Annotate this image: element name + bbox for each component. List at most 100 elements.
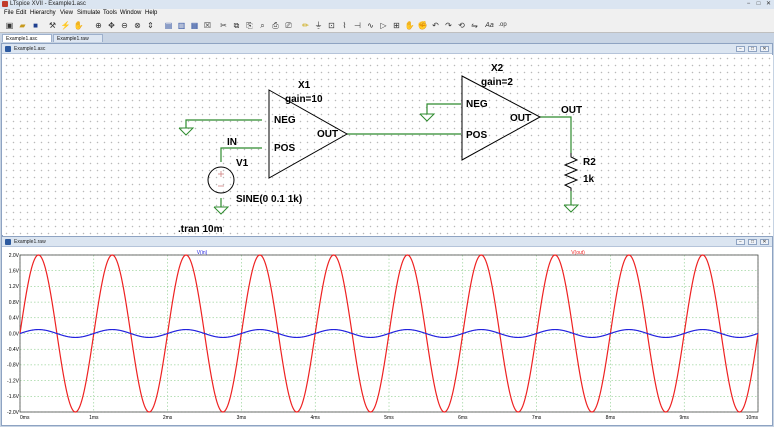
waveform-close-button[interactable]: ✕ [760, 239, 769, 245]
component-icon[interactable]: ⊞ [391, 20, 402, 31]
title-bar: LTspice XVII - Example1.asc − □ ✕ [0, 0, 774, 9]
menu-view[interactable]: View [60, 9, 73, 18]
run-icon[interactable]: ⚡ [60, 20, 71, 31]
cascade-icon[interactable]: ▥ [176, 20, 187, 31]
x2-name-label: X2 [491, 63, 504, 74]
net-label-in[interactable]: IN [227, 137, 237, 148]
schematic-close-button[interactable]: ✕ [760, 46, 769, 52]
ground-icon[interactable]: ⏚ [313, 20, 324, 31]
y-tick-label: 1.6V [9, 269, 20, 275]
cut-icon[interactable]: ⌕ [257, 20, 268, 31]
capacitor-icon[interactable]: ⊣ [352, 20, 363, 31]
ground-v1 [213, 206, 230, 215]
menu-tools[interactable]: Tools [103, 9, 117, 18]
close-button[interactable]: ✕ [764, 1, 773, 8]
mirror-icon[interactable]: ⇋ [469, 20, 480, 31]
resistor-icon[interactable]: ⌇ [339, 20, 350, 31]
x1-name-label: X1 [298, 80, 311, 91]
move-icon[interactable]: ✋ [404, 20, 415, 31]
app-title: LTspice XVII - Example1.asc [10, 1, 86, 7]
menu-file[interactable]: File [4, 9, 14, 18]
x1-neg-pin-label: NEG [274, 115, 296, 126]
close-icon[interactable]: ☒ [202, 20, 213, 31]
zoom-out-icon[interactable]: ⊖ [119, 20, 130, 31]
y-tick-label: -1.2V [7, 378, 20, 384]
x-tick-label: 6ms [458, 415, 468, 421]
zoom-fit-icon[interactable]: ⊗ [132, 20, 143, 31]
control-panel-icon[interactable]: ⚒ [47, 20, 58, 31]
new-schematic-icon[interactable]: ▣ [4, 20, 15, 31]
x-tick-label: 8ms [606, 415, 616, 421]
x-tick-label: 4ms [310, 415, 320, 421]
text-icon[interactable]: Aa [484, 20, 495, 31]
drag-icon[interactable]: ✊ [417, 20, 428, 31]
net-label-out[interactable]: OUT [561, 105, 582, 116]
print-preview-icon[interactable]: ⧉ [231, 20, 242, 31]
inductor-icon[interactable]: ∿ [365, 20, 376, 31]
waveform-minimize-button[interactable]: − [736, 239, 745, 245]
r2-value-label[interactable]: 1k [583, 174, 595, 185]
menu-simulate[interactable]: Simulate [77, 9, 100, 18]
paste-icon[interactable]: ⎚ [283, 20, 294, 31]
zoom-in-icon[interactable]: ⊕ [93, 20, 104, 31]
waveform-restore-button[interactable]: □ [748, 239, 757, 245]
v1-value-label[interactable]: SINE(0 0.1 1k) [236, 194, 302, 205]
x2-pos-pin-label: POS [466, 130, 487, 141]
copy-icon[interactable]: ⎙ [270, 20, 281, 31]
halt-icon[interactable]: ✋ [73, 20, 84, 31]
x-tick-label: 10ms [746, 415, 759, 421]
voltage-source-v1[interactable] [207, 166, 235, 194]
find-icon[interactable]: ⎘ [244, 20, 255, 31]
pan-icon[interactable]: ✥ [106, 20, 117, 31]
minimize-button[interactable]: − [744, 1, 753, 8]
save-icon[interactable]: ■ [30, 20, 41, 31]
spice-directive-icon[interactable]: .op [497, 20, 508, 31]
tile-vertical-icon[interactable]: ▦ [189, 20, 200, 31]
y-tick-label: 0.0V [9, 331, 20, 337]
menu-window[interactable]: Window [120, 9, 141, 18]
maximize-button[interactable]: □ [754, 1, 763, 8]
x-tick-label: 2ms [163, 415, 173, 421]
ground-x2-neg [419, 113, 436, 122]
tab-example1-asc[interactable]: Example1.asc [2, 34, 52, 42]
tile-horizontal-icon[interactable]: ▤ [163, 20, 174, 31]
menu-edit[interactable]: Edit [16, 9, 26, 18]
print-icon[interactable]: ✂ [218, 20, 229, 31]
spice-directive[interactable]: .tran 10m [178, 224, 223, 235]
wire-icon[interactable]: ✏ [300, 20, 311, 31]
open-icon[interactable]: ▰ [17, 20, 28, 31]
tab-example1-raw[interactable]: Example1.raw [53, 34, 103, 42]
schematic-minimize-button[interactable]: − [736, 46, 745, 52]
schematic-restore-button[interactable]: □ [748, 46, 757, 52]
y-tick-label: -1.6V [7, 394, 20, 400]
menu-hierarchy[interactable]: Hierarchy [30, 9, 56, 18]
autorange-icon[interactable]: ⇕ [145, 20, 156, 31]
menu-help[interactable]: Help [145, 9, 157, 18]
ground-x1-neg [178, 127, 195, 136]
wire-x1-neg [185, 119, 262, 128]
undo-icon[interactable]: ↶ [430, 20, 441, 31]
legend-v-in[interactable]: V(in) [197, 250, 208, 256]
x-axis-ticks: 0ms 1ms 2ms 3ms 4ms 5ms 6ms 7ms 8ms 9ms 10ms [20, 415, 758, 421]
schematic-window-titlebar: Example1.asc − □ ✕ [2, 44, 772, 54]
schematic-canvas[interactable]: X1 gain=10 NEG POS OUT X2 gain=2 NEG POS… [3, 55, 773, 236]
waveform-plot[interactable]: 2.0V 1.6V 1.2V 0.8V 0.4V 0.0V -0.4V -0.8V -1.2V -… [2, 248, 772, 426]
schematic-doc-icon [5, 46, 11, 52]
y-tick-label: 0.4V [9, 316, 20, 322]
x-tick-label: 1ms [89, 415, 99, 421]
label-net-icon[interactable]: ⊡ [326, 20, 337, 31]
schematic-window-title: Example1.asc [14, 46, 46, 52]
resistor-r2[interactable] [563, 153, 579, 191]
redo-icon[interactable]: ↷ [443, 20, 454, 31]
waveform-doc-icon [5, 239, 11, 245]
app-icon [2, 1, 8, 7]
x-tick-label: 7ms [532, 415, 542, 421]
y-tick-label: -2.0V [7, 410, 20, 416]
schematic-drawing: X1 gain=10 NEG POS OUT X2 gain=2 NEG POS… [178, 63, 596, 235]
legend-v-out[interactable]: V(out) [571, 250, 585, 256]
diode-icon[interactable]: ▷ [378, 20, 389, 31]
x1-out-pin-label: OUT [317, 129, 338, 140]
rotate-icon[interactable]: ⟲ [456, 20, 467, 31]
toolbar: ▣ ▰ ■ ⚒ ⚡ ✋ ⊕ ✥ ⊖ ⊗ ⇕ ▤ ▥ ▦ ☒ ✂ ⧉ ⎘ ⌕ ⎙ … [0, 18, 774, 33]
y-tick-label: 1.2V [9, 284, 20, 290]
